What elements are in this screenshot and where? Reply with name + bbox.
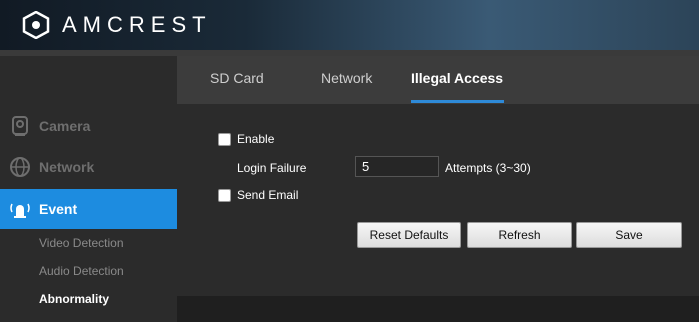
amcrest-logo-icon [22, 11, 50, 39]
login-failure-input[interactable] [355, 156, 439, 177]
footer-bar [177, 296, 699, 322]
subitem-audio-detection[interactable]: Audio Detection [39, 264, 124, 278]
enable-label: Enable [237, 132, 275, 146]
sidebar-item-event[interactable]: Event [0, 189, 187, 229]
reset-defaults-button[interactable]: Reset Defaults [357, 222, 461, 248]
send-email-checkbox[interactable] [218, 189, 231, 202]
active-tab-indicator [411, 100, 504, 103]
save-button[interactable]: Save [576, 222, 682, 248]
sidebar-item-label: Event [39, 201, 78, 217]
illegal-access-panel: Enable Login Failure Attempts (3~30) Sen… [177, 104, 699, 296]
refresh-button[interactable]: Refresh [467, 222, 572, 248]
sidebar-item-label: Network [39, 159, 95, 175]
tab-illegal-access[interactable]: Illegal Access [411, 70, 503, 86]
subitem-abnormality[interactable]: Abnormality [39, 292, 109, 306]
sidebar-item-network[interactable]: Network [0, 147, 177, 187]
login-failure-label: Login Failure [237, 161, 307, 175]
sidebar-item-camera[interactable]: Camera [0, 106, 177, 146]
brand-name: AMCREST [62, 12, 212, 37]
camera-icon [12, 116, 28, 136]
attempts-range-label: Attempts (3~30) [445, 161, 531, 175]
tab-sd-card[interactable]: SD Card [210, 70, 264, 86]
subitem-video-detection[interactable]: Video Detection [39, 236, 124, 250]
tab-bar: SD Card Network Illegal Access [177, 56, 699, 104]
top-header: AMCREST [0, 0, 699, 50]
send-email-label: Send Email [237, 188, 299, 202]
globe-icon [10, 157, 30, 177]
enable-checkbox[interactable] [218, 133, 231, 146]
alarm-icon [10, 203, 30, 218]
sidebar-item-label: Camera [39, 118, 91, 134]
tab-network[interactable]: Network [321, 70, 372, 86]
sidebar: Camera Network Event Video Detection Aud… [0, 56, 187, 322]
